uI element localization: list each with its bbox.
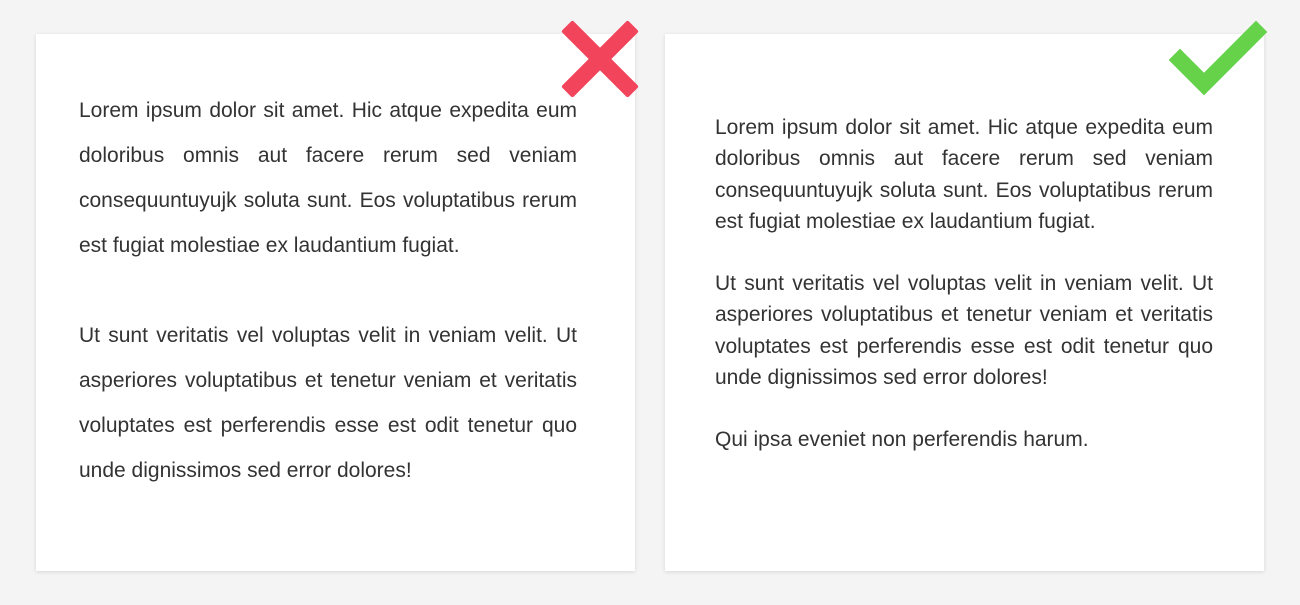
checkmark-stroke: [1168, 20, 1268, 96]
bad-paragraph-2: Ut sunt veritatis vel voluptas velit in …: [79, 324, 577, 482]
good-example-card: Lorem ipsum dolor sit amet. Hic atque ex…: [665, 34, 1264, 571]
good-paragraph-2: Ut sunt veritatis vel voluptas velit in …: [715, 272, 1213, 390]
checkmark-icon: [1168, 20, 1268, 96]
bad-paragraph-1: Lorem ipsum dolor sit amet. Hic atque ex…: [79, 99, 577, 257]
bad-example-card: Lorem ipsum dolor sit amet. Hic atque ex…: [36, 34, 635, 571]
good-example-text: Lorem ipsum dolor sit amet. Hic atque ex…: [715, 112, 1213, 456]
good-paragraph-1: Lorem ipsum dolor sit amet. Hic atque ex…: [715, 116, 1213, 233]
bad-example-text: Lorem ipsum dolor sit amet. Hic atque ex…: [79, 88, 577, 493]
cross-icon: [561, 20, 639, 98]
good-paragraph-3: Qui ipsa eveniet non perferendis harum.: [715, 428, 1089, 452]
